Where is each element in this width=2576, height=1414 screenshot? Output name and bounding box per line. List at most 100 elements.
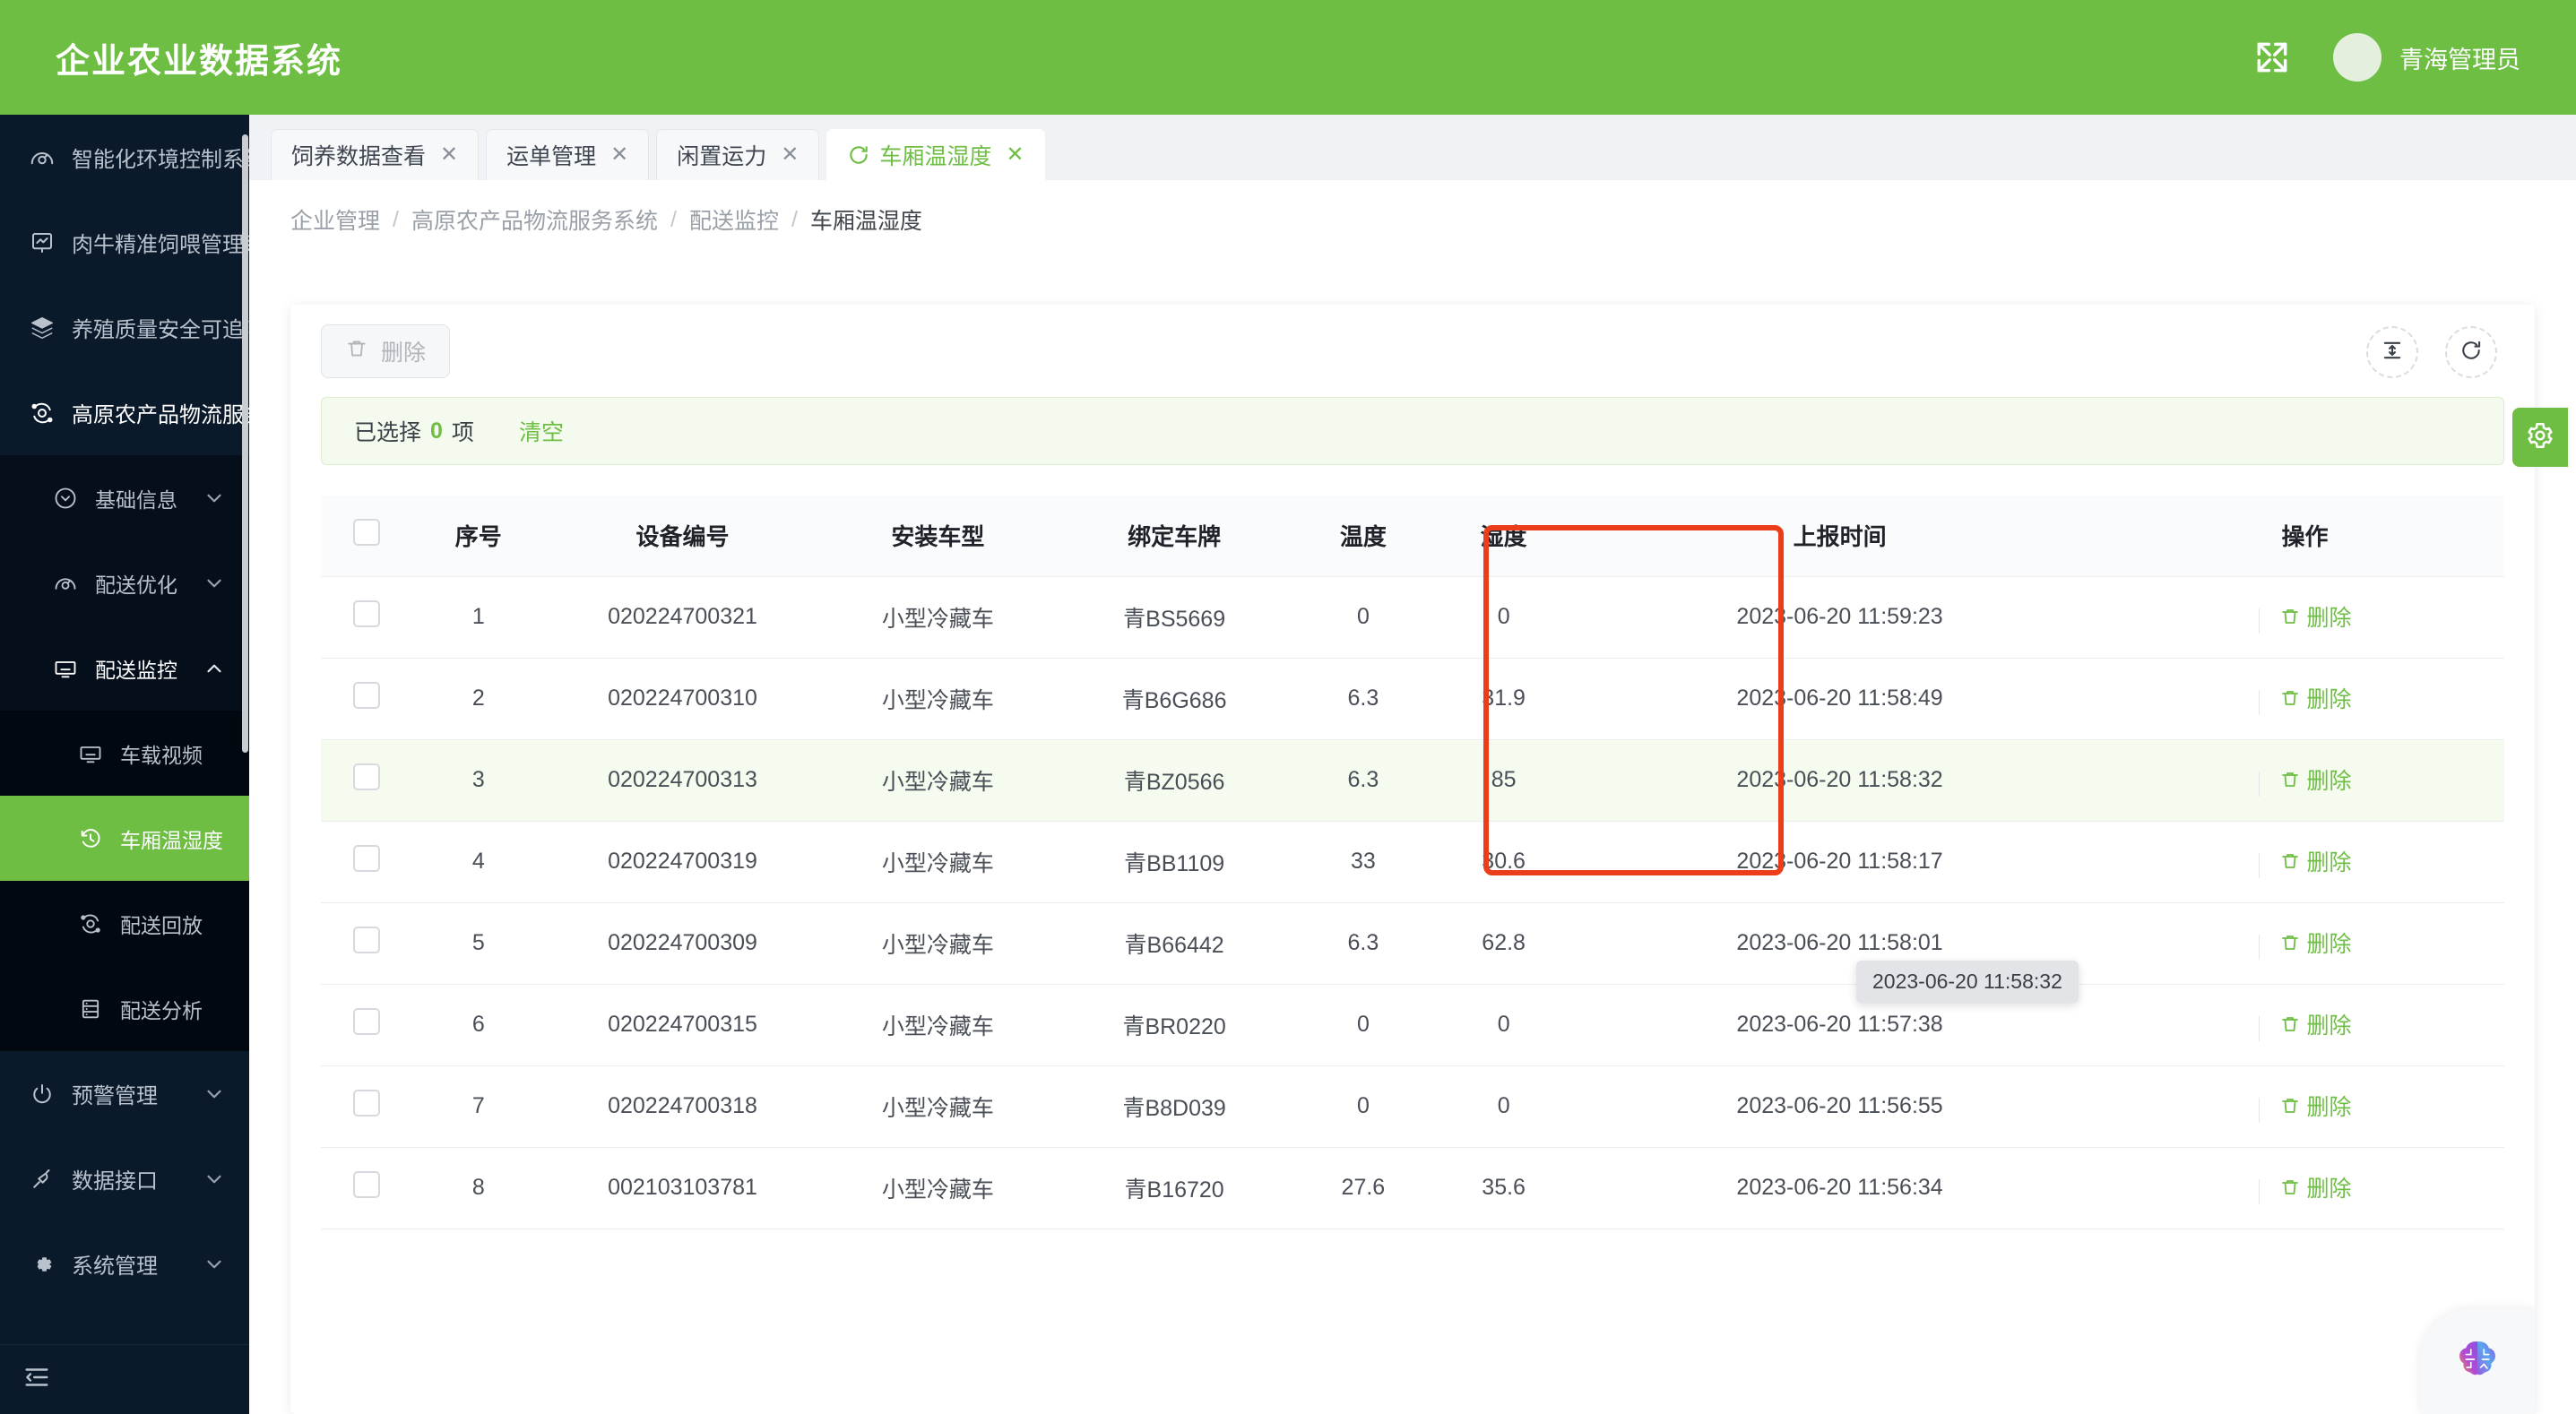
cell-report-time: 2023-06-20 11:59:23 <box>1574 576 2106 659</box>
cell-plate: 青BR0220 <box>1055 984 1293 1066</box>
close-icon[interactable]: ✕ <box>440 144 458 166</box>
refresh-spin-icon <box>847 143 870 167</box>
settings-side-tab[interactable] <box>2512 408 2568 467</box>
delete-button[interactable]: 删除 <box>321 324 451 378</box>
sidebar-item-label: 配送回放 <box>120 913 203 937</box>
sidebar-item-environment[interactable]: 智能化环境控制系统 <box>0 115 249 200</box>
cell-operations: 删除 <box>2105 576 2504 659</box>
sidebar-item-alarm-management[interactable]: 预警管理 <box>0 1051 249 1136</box>
sidebar-item-traceability[interactable]: 养殖质量安全可追溯系统 <box>0 285 249 370</box>
row-delete-button[interactable]: 删除 <box>2279 1171 2352 1203</box>
cell-vehicle-type: 小型冷藏车 <box>820 1147 1056 1229</box>
select-all-header <box>321 496 412 577</box>
sidebar-item-label: 配送监控 <box>95 658 177 682</box>
trash-icon <box>2281 608 2298 624</box>
sidebar-item-cabin-temperature-humidity[interactable]: 车厢温湿度 <box>0 796 249 881</box>
cell-humidity: 0 <box>1433 1065 1575 1148</box>
chevron-down-icon <box>203 1168 226 1191</box>
select-all-checkbox[interactable] <box>352 519 380 547</box>
history-clock-icon <box>77 825 104 852</box>
column-header-temperature: 温度 <box>1292 496 1434 577</box>
row-height-button[interactable] <box>2366 326 2418 378</box>
close-icon[interactable]: ✕ <box>610 144 628 166</box>
row-delete-label: 删除 <box>2306 1094 2352 1120</box>
cell-plate: 青B16720 <box>1055 1147 1293 1229</box>
sidebar-item-feeding[interactable]: 肉牛精准饲喂管理系统 <box>0 200 249 285</box>
cell-device-id: 020224700309 <box>544 902 821 985</box>
sidebar-item-system-management[interactable]: 系统管理 <box>0 1221 249 1306</box>
sidebar-item-delivery-optimization[interactable]: 配送优化 <box>0 540 249 625</box>
breadcrumb-item-0[interactable]: 企业管理 <box>290 203 380 236</box>
row-checkbox[interactable] <box>352 1090 380 1117</box>
cell-humidity: 62.8 <box>1433 902 1575 985</box>
table-row[interactable]: 1 020224700321 小型冷藏车 青BS5669 0 0 2023-06-20 11… <box>321 576 2504 659</box>
divider <box>2258 1179 2260 1205</box>
layers-icon <box>29 315 56 341</box>
row-delete-button[interactable]: 删除 <box>2279 763 2352 796</box>
row-select-cell <box>321 1065 412 1148</box>
table-row[interactable]: 5 020224700309 小型冷藏车 青B66442 6.3 62.8 2023-06-… <box>321 902 2504 985</box>
row-delete-button[interactable]: 删除 <box>2279 927 2352 959</box>
close-icon[interactable]: ✕ <box>781 144 799 166</box>
tab-feeding-data[interactable]: 饲养数据查看 ✕ <box>271 129 480 180</box>
collapse-menu-icon[interactable] <box>22 1362 52 1397</box>
sidebar-item-delivery-monitoring[interactable]: 配送监控 <box>0 625 249 711</box>
row-checkbox[interactable] <box>352 1171 380 1198</box>
row-checkbox[interactable] <box>352 763 380 790</box>
sidebar-item-onboard-video[interactable]: 车载视频 <box>0 711 249 796</box>
close-icon[interactable]: ✕ <box>1006 144 1024 166</box>
cell-humidity: 35.6 <box>1433 1147 1575 1229</box>
sidebar-item-delivery-playback[interactable]: 配送回放 <box>0 881 249 966</box>
sidebar-item-delivery-analysis[interactable]: 配送分析 <box>0 966 249 1051</box>
row-checkbox[interactable] <box>352 1008 380 1035</box>
sidebar-footer <box>0 1344 249 1414</box>
column-header-vehicle-type: 安装车型 <box>820 496 1056 577</box>
sidebar-item-data-interface[interactable]: 数据接口 <box>0 1136 249 1221</box>
row-checkbox[interactable] <box>352 682 380 709</box>
cell-temperature: 33 <box>1292 821 1434 903</box>
table-row[interactable]: 3 020224700313 小型冷藏车 青BZ0566 6.3 85 2023-06-20… <box>321 739 2504 822</box>
sidebar-item-basic-info[interactable]: 基础信息 <box>0 455 249 540</box>
row-select-cell <box>321 576 412 659</box>
row-delete-button[interactable]: 删除 <box>2279 1008 2352 1040</box>
clear-selection-link[interactable]: 清空 <box>519 415 564 447</box>
breadcrumb-item-2[interactable]: 配送监控 <box>689 203 779 236</box>
row-select-cell <box>321 658 412 740</box>
column-header-plate: 绑定车牌 <box>1055 496 1293 577</box>
monitor-icon <box>52 655 79 682</box>
fullscreen-expand-icon[interactable] <box>2252 38 2292 77</box>
ai-assistant-button[interactable] <box>2420 1308 2535 1414</box>
table-head: 序号 设备编号 安装车型 绑定车牌 温度 湿度 上报时间 操作 <box>321 496 2504 577</box>
tab-idle-capacity[interactable]: 闲置运力 ✕ <box>656 129 820 180</box>
table-row[interactable]: 7 020224700318 小型冷藏车 青B8D039 0 0 2023-06-20 11… <box>321 1065 2504 1148</box>
sidebar-scrollbar[interactable] <box>242 134 248 753</box>
app-title: 企业农业数据系统 <box>56 42 343 81</box>
tab-waybill-management[interactable]: 运单管理 ✕ <box>486 129 650 180</box>
sidebar: 智能化环境控制系统 肉牛精准饲喂管理系统 <box>0 115 249 1414</box>
refresh-button[interactable] <box>2445 326 2497 378</box>
user-menu[interactable]: 青海管理员 <box>2333 33 2520 82</box>
row-delete-button[interactable]: 删除 <box>2279 682 2352 714</box>
row-checkbox[interactable] <box>352 927 380 953</box>
tab-cabin-temperature-humidity[interactable]: 车厢温湿度 ✕ <box>826 129 1045 180</box>
row-checkbox[interactable] <box>352 600 380 627</box>
sidebar-item-logistics[interactable]: 高原农产品物流服务系统 <box>0 370 249 455</box>
cell-operations: 删除 <box>2105 984 2504 1066</box>
table-row[interactable]: 4 020224700319 小型冷藏车 青BB1109 33 30.6 2023-06-2… <box>321 821 2504 903</box>
row-delete-button[interactable]: 删除 <box>2279 845 2352 877</box>
row-checkbox[interactable] <box>352 845 380 872</box>
table-row[interactable]: 6 020224700315 小型冷藏车 青BR0220 0 0 2023-06-20 11… <box>321 984 2504 1066</box>
row-select-cell <box>321 902 412 985</box>
column-header-humidity: 湿度 <box>1433 496 1575 577</box>
table-row[interactable]: 8 002103103781 小型冷藏车 青B16720 27.6 35.6 2023-06… <box>321 1147 2504 1229</box>
sidebar-item-label: 系统管理 <box>72 1254 158 1279</box>
table-row[interactable]: 2 020224700310 小型冷藏车 青B6G686 6.3 31.9 2023-06-… <box>321 658 2504 740</box>
tab-label: 运单管理 <box>506 144 597 169</box>
row-delete-button[interactable]: 删除 <box>2279 600 2352 633</box>
header-actions: 青海管理员 <box>2252 33 2520 82</box>
cell-index: 3 <box>411 739 545 822</box>
divider <box>2258 608 2260 634</box>
circle-chevron-icon <box>52 485 79 512</box>
breadcrumb-item-1[interactable]: 高原农产品物流服务系统 <box>411 203 658 236</box>
row-delete-button[interactable]: 删除 <box>2279 1090 2352 1122</box>
